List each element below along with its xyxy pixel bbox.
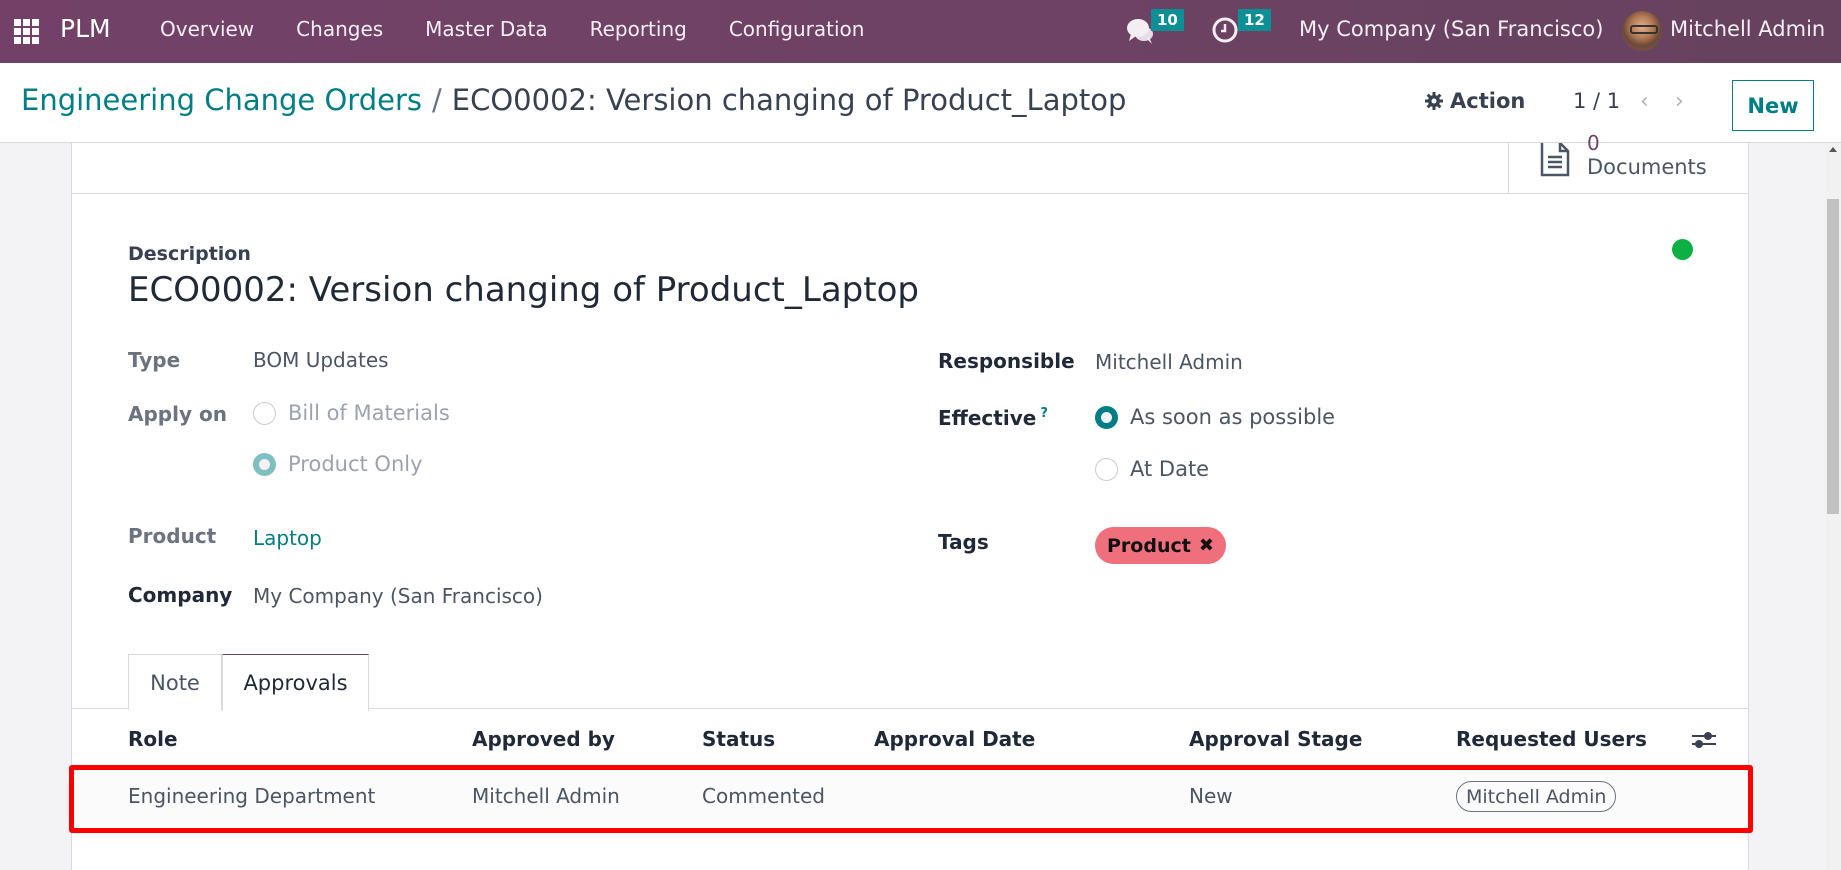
tab-approvals[interactable]: Approvals <box>222 654 369 711</box>
gear-icon <box>1425 92 1443 110</box>
breadcrumb: Engineering Change Orders / ECO0002: Ver… <box>21 83 1126 117</box>
apps-grid-icon[interactable] <box>14 19 39 44</box>
activities-count-badge: 12 <box>1238 9 1271 31</box>
responsible-label: Responsible <box>938 349 1075 373</box>
optional-columns-toggle-icon[interactable] <box>1692 729 1716 751</box>
document-icon <box>1540 143 1570 177</box>
action-label: Action <box>1450 89 1526 113</box>
effective-label: Effective? <box>938 406 1048 430</box>
menu-changes[interactable]: Changes <box>296 17 383 41</box>
tag-product[interactable]: Product ✖ <box>1095 527 1226 564</box>
table-row[interactable]: Engineering Department Mitchell Admin Co… <box>72 767 1748 829</box>
documents-smart-button[interactable]: 0 Documents <box>1508 131 1748 194</box>
column-approval-stage[interactable]: Approval Stage <box>1189 727 1362 751</box>
menu-master-data[interactable]: Master Data <box>425 17 547 41</box>
scroll-up-arrow-icon[interactable] <box>1829 147 1837 152</box>
cell-approved-by: Mitchell Admin <box>472 784 620 808</box>
cell-approval-stage: New <box>1189 784 1233 808</box>
cell-role: Engineering Department <box>128 784 376 808</box>
type-value[interactable]: BOM Updates <box>253 348 389 372</box>
main-menu: Overview Changes Master Data Reporting C… <box>160 17 906 41</box>
remove-tag-icon[interactable]: ✖ <box>1199 535 1214 556</box>
column-role[interactable]: Role <box>128 727 178 751</box>
control-panel: Engineering Change Orders / ECO0002: Ver… <box>0 63 1841 143</box>
requested-user-badge: Mitchell Admin <box>1456 781 1617 812</box>
radio-button[interactable] <box>253 452 276 476</box>
radio-button[interactable] <box>1095 405 1118 429</box>
menu-reporting[interactable]: Reporting <box>590 17 687 41</box>
type-label: Type <box>128 348 181 372</box>
clock-icon[interactable] <box>1211 16 1239 44</box>
apply-on-label: Apply on <box>128 402 227 426</box>
product-link[interactable]: Laptop <box>253 526 322 550</box>
effective-option-asap[interactable]: As soon as possible <box>1095 405 1335 429</box>
menu-overview[interactable]: Overview <box>160 17 254 41</box>
radio-button[interactable] <box>1095 457 1118 481</box>
breadcrumb-separator: / <box>432 83 442 117</box>
messages-count-badge: 10 <box>1151 9 1184 31</box>
description-label: Description <box>128 243 251 265</box>
form-sheet: 0 Documents Description ECO0002: Version… <box>69 131 1753 870</box>
documents-label: Documents <box>1587 155 1707 179</box>
radio-button[interactable] <box>253 401 276 425</box>
column-requested-users[interactable]: Requested Users <box>1456 727 1647 751</box>
documents-count: 0 <box>1587 131 1600 155</box>
user-avatar[interactable] <box>1622 11 1662 51</box>
column-approved-by[interactable]: Approved by <box>472 727 615 751</box>
tags-label: Tags <box>938 530 989 554</box>
help-tooltip-icon[interactable]: ? <box>1040 406 1048 421</box>
product-label: Product <box>128 524 217 548</box>
company-switcher[interactable]: My Company (San Francisco) <box>1299 17 1603 41</box>
app-brand[interactable]: PLM <box>60 14 111 43</box>
company-label: Company <box>128 583 233 607</box>
menu-configuration[interactable]: Configuration <box>729 17 865 41</box>
user-menu[interactable]: Mitchell Admin <box>1670 17 1825 41</box>
apply-on-option-bom[interactable]: Bill of Materials <box>253 401 450 425</box>
apply-on-option-product-only[interactable]: Product Only <box>253 452 423 476</box>
record-title[interactable]: ECO0002: Version changing of Product_Lap… <box>128 270 919 310</box>
column-approval-date[interactable]: Approval Date <box>874 727 1035 751</box>
pager-previous-button[interactable]: ‹ <box>1640 89 1649 114</box>
scrollbar-thumb[interactable] <box>1827 199 1839 514</box>
top-navbar: PLM Overview Changes Master Data Reporti… <box>0 0 1841 63</box>
pager-value[interactable]: 1 / 1 <box>1573 89 1620 113</box>
breadcrumb-current: ECO0002: Version changing of Product_Lap… <box>451 83 1127 117</box>
vertical-scrollbar[interactable] <box>1825 143 1841 870</box>
button-box: 0 Documents <box>72 131 1748 194</box>
kanban-state-indicator[interactable] <box>1672 239 1693 260</box>
column-status[interactable]: Status <box>702 727 775 751</box>
effective-option-at-date[interactable]: At Date <box>1095 457 1209 481</box>
action-menu-button[interactable]: Action <box>1424 89 1525 113</box>
new-record-button[interactable]: New <box>1732 80 1814 131</box>
pager-next-button[interactable]: › <box>1675 89 1684 114</box>
approvals-table-header: Role Approved by Status Approval Date Ap… <box>72 709 1748 767</box>
tab-note[interactable]: Note <box>128 654 222 710</box>
cell-status: Commented <box>702 784 825 808</box>
responsible-value[interactable]: Mitchell Admin <box>1095 350 1243 374</box>
company-value[interactable]: My Company (San Francisco) <box>253 584 543 608</box>
notebook-tabs: Note Approvals <box>72 654 1748 711</box>
breadcrumb-parent-link[interactable]: Engineering Change Orders <box>21 83 422 117</box>
